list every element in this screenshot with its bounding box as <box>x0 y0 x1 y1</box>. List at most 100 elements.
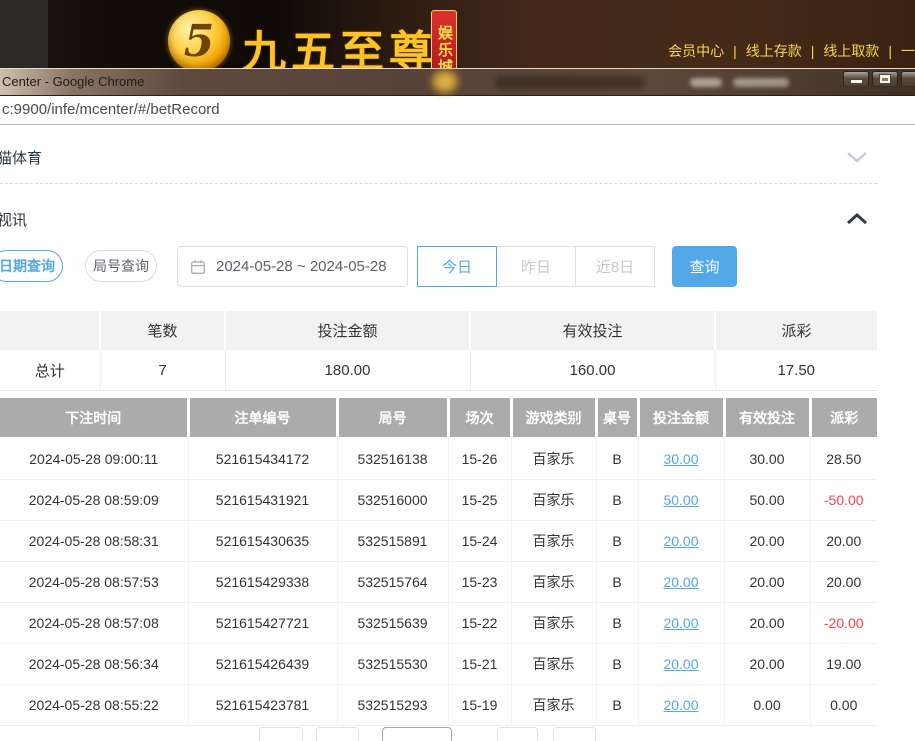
valid-bet-cell: 20.00 <box>724 644 810 685</box>
minimize-button[interactable] <box>843 71 869 87</box>
close-button[interactable] <box>901 71 915 87</box>
col-session: 场次 <box>448 398 511 438</box>
pagination-button[interactable] <box>553 727 596 741</box>
bet-no-cell: 521615431921 <box>188 480 337 521</box>
session-cell: 15-21 <box>448 644 511 685</box>
table-no-cell: B <box>596 438 638 480</box>
col-table-no: 桌号 <box>596 398 638 438</box>
bet-amount-link[interactable]: 20.00 <box>663 615 698 631</box>
valid-bet-cell: 50.00 <box>724 480 810 521</box>
payout-cell: 28.50 <box>810 438 877 480</box>
quick-yesterday-button[interactable]: 昨日 <box>496 246 576 287</box>
window-titlebar[interactable]: Center - Google Chrome <box>0 68 915 96</box>
chevron-up-icon[interactable] <box>846 213 868 225</box>
blurred-account-text <box>733 78 789 87</box>
session-cell: 15-23 <box>448 562 511 603</box>
nav-transfer-link-partial[interactable]: 一 <box>901 43 915 59</box>
date-range-input[interactable]: 2024-05-28 ~ 2024-05-28 <box>177 246 408 287</box>
summary-header-row: 笔数 投注金额 有效投注 派彩 <box>0 311 877 350</box>
bet-amount-link[interactable]: 30.00 <box>663 451 698 467</box>
col-bet-time: 下注时间 <box>0 398 188 438</box>
table-row: 2024-05-28 08:57:08 521615427721 5325156… <box>0 603 877 644</box>
section-sports-label: 猫体育 <box>0 147 42 168</box>
page-viewport: 猫体育 视讯 日期查询 局号查询 <box>0 125 915 741</box>
col-round-no: 局号 <box>337 398 448 438</box>
pagination-button[interactable] <box>497 727 538 741</box>
quick-8days-button[interactable]: 近8日 <box>575 246 655 287</box>
section-video[interactable]: 视讯 <box>0 205 877 233</box>
bet-time-cell: 2024-05-28 08:58:31 <box>0 521 188 562</box>
date-query-tab[interactable]: 日期查询 <box>0 250 63 282</box>
summary-col-blank <box>0 311 100 350</box>
session-cell: 15-26 <box>448 438 511 480</box>
section-video-label: 视讯 <box>0 209 27 230</box>
blurred-watermark <box>495 76 645 89</box>
bet-amount-link[interactable]: 20.00 <box>663 697 698 713</box>
table-row: 2024-05-28 08:59:09 521615431921 5325160… <box>0 480 877 521</box>
round-no-cell: 532516000 <box>337 480 448 521</box>
nav-deposit-link[interactable]: 线上存款 <box>746 43 802 59</box>
round-no-cell: 532515764 <box>337 562 448 603</box>
bet-amount-link[interactable]: 50.00 <box>663 492 698 508</box>
bet-amount-link[interactable]: 20.00 <box>663 656 698 672</box>
nav-withdraw-link[interactable]: 线上取款 <box>823 43 879 59</box>
table-no-cell: B <box>596 480 638 521</box>
pagination-button[interactable] <box>259 727 303 741</box>
nav-separator: | <box>811 43 815 59</box>
bet-amount-cell: 20.00 <box>638 603 724 644</box>
table-row: 2024-05-28 08:58:31 521615430635 5325158… <box>0 521 877 562</box>
nav-member-center-link[interactable]: 会员中心 <box>668 43 724 59</box>
total-label: 总计 <box>0 350 100 391</box>
game-type-cell: 百家乐 <box>511 644 596 685</box>
session-cell: 15-25 <box>448 480 511 521</box>
table-no-cell: B <box>596 603 638 644</box>
table-no-cell: B <box>596 685 638 726</box>
game-type-cell: 百家乐 <box>511 603 596 644</box>
total-valid-bet: 160.00 <box>470 350 715 391</box>
desktop-strip <box>0 0 48 68</box>
quick-today-button[interactable]: 今日 <box>417 246 497 287</box>
bet-amount-cell: 20.00 <box>638 521 724 562</box>
table-no-cell: B <box>596 644 638 685</box>
maximize-button[interactable] <box>872 71 898 87</box>
bet-amount-cell: 20.00 <box>638 562 724 603</box>
calendar-icon <box>190 259 206 275</box>
section-sports[interactable]: 猫体育 <box>0 143 877 171</box>
game-type-cell: 百家乐 <box>511 562 596 603</box>
bet-time-cell: 2024-05-28 09:00:11 <box>0 438 188 480</box>
round-no-cell: 532515891 <box>337 521 448 562</box>
game-type-cell: 百家乐 <box>511 438 596 480</box>
table-row: 2024-05-28 09:00:11 521615434172 5325161… <box>0 438 877 480</box>
bet-header-row: 下注时间 注单编号 局号 场次 游戏类别 桌号 投注金额 有效投注 派彩 <box>0 398 877 438</box>
search-button[interactable]: 查询 <box>672 246 737 287</box>
quick-range-group: 今日 昨日 近8日 <box>417 246 655 287</box>
bet-amount-link[interactable]: 20.00 <box>663 574 698 590</box>
bet-amount-cell: 20.00 <box>638 685 724 726</box>
bet-amount-link[interactable]: 20.00 <box>663 533 698 549</box>
payout-cell: -20.00 <box>810 603 877 644</box>
summary-col-bet-amount: 投注金额 <box>225 311 470 350</box>
session-cell: 15-19 <box>448 685 511 726</box>
bet-time-cell: 2024-05-28 08:55:22 <box>0 685 188 726</box>
address-bar[interactable]: c:9900/infe/mcenter/#/betRecord <box>0 96 915 125</box>
table-row: 2024-05-28 08:55:22 521615423781 5325152… <box>0 685 877 726</box>
section-divider <box>0 183 877 184</box>
nav-separator: | <box>888 43 892 59</box>
payout-cell: 0.00 <box>810 685 877 726</box>
bet-no-cell: 521615430635 <box>188 521 337 562</box>
bet-no-cell: 521615429338 <box>188 562 337 603</box>
url-text: c:9900/infe/mcenter/#/betRecord <box>0 96 220 123</box>
payout-cell: 20.00 <box>810 521 877 562</box>
round-query-tab[interactable]: 局号查询 <box>85 250 157 282</box>
pagination-current-button[interactable] <box>382 727 452 741</box>
nav-separator: | <box>733 43 737 59</box>
chevron-down-icon[interactable] <box>846 151 868 163</box>
game-type-cell: 百家乐 <box>511 521 596 562</box>
pagination-button[interactable] <box>316 727 359 741</box>
bet-time-cell: 2024-05-28 08:57:53 <box>0 562 188 603</box>
logo-coin-icon: 5 <box>168 10 230 72</box>
col-game-type: 游戏类别 <box>511 398 596 438</box>
summary-col-valid-bet: 有效投注 <box>470 311 715 350</box>
valid-bet-cell: 20.00 <box>724 521 810 562</box>
valid-bet-cell: 20.00 <box>724 562 810 603</box>
